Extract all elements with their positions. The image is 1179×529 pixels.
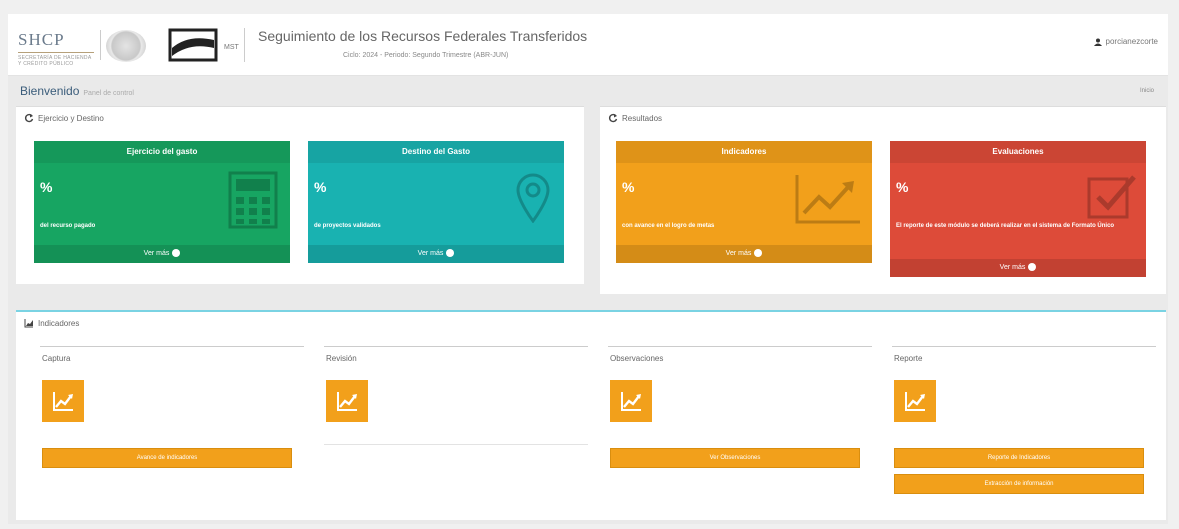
ver-mas-button[interactable]: Ver más xyxy=(308,245,564,263)
indicadores-title-text: Indicadores xyxy=(38,318,80,328)
shcp-logo: SHCP SECRETARÍA DE HACIENDA Y CRÉDITO PÚ… xyxy=(18,30,94,67)
arrow-circle-right-icon xyxy=(1028,263,1037,272)
avance-indicadores-button[interactable]: Avance de indicadores xyxy=(42,448,292,468)
card-description: del recurso pagado xyxy=(40,223,96,229)
ver-observaciones-button[interactable]: Ver Observaciones xyxy=(610,448,860,468)
column-title-captura: Captura xyxy=(42,354,71,363)
card-header: Ejercicio del gasto xyxy=(34,141,290,163)
card-header: Indicadores xyxy=(616,141,872,163)
mst-label: MST xyxy=(224,44,239,51)
line-chart-icon xyxy=(53,392,73,411)
welcome-heading: Bienvenido Panel de control xyxy=(20,84,134,98)
card-ejercicio-gasto: Ejercicio del gasto % del recurso pagado… xyxy=(34,141,290,263)
page-subtitle: Ciclo: 2024 - Periodo: Segundo Trimestre… xyxy=(343,52,509,59)
resultados-title-text: Resultados xyxy=(622,113,663,123)
chart-tile-captura[interactable] xyxy=(42,380,84,422)
area-chart-icon xyxy=(24,319,33,328)
refresh-icon xyxy=(24,113,34,123)
indicadores-title: Indicadores xyxy=(24,318,79,328)
arrow-circle-right-icon xyxy=(446,249,455,258)
card-value: % xyxy=(40,179,53,195)
ver-mas-button[interactable]: Ver más xyxy=(616,245,872,263)
card-description: con avance en el logro de metas xyxy=(622,223,715,229)
breadcrumb-home-label: Inicio xyxy=(1139,88,1154,94)
user-name: porcianezcorte xyxy=(1105,37,1158,46)
line-chart-icon xyxy=(621,392,641,411)
ver-mas-label: Ver más xyxy=(999,264,1026,271)
card-evaluaciones: Evaluaciones % El reporte de este módulo… xyxy=(890,141,1146,277)
ver-mas-button[interactable]: Ver más xyxy=(34,245,290,263)
chart-tile-revision[interactable] xyxy=(326,380,368,422)
card-description: de proyectos validados xyxy=(314,223,381,229)
card-indicadores: Indicadores % con avance en el logro de … xyxy=(616,141,872,263)
ver-mas-label: Ver más xyxy=(725,250,752,257)
user-icon xyxy=(1093,38,1102,46)
shcp-logo-text: SHCP xyxy=(18,30,65,49)
extraccion-informacion-button[interactable]: Extracción de información xyxy=(894,474,1144,494)
map-marker-icon xyxy=(516,173,550,223)
line-chart-icon xyxy=(905,392,925,411)
card-value: % xyxy=(314,179,327,195)
ver-mas-label: Ver más xyxy=(143,250,170,257)
reporte-indicadores-button[interactable]: Reporte de Indicadores xyxy=(894,448,1144,468)
chart-tile-reporte[interactable] xyxy=(894,380,936,422)
ejercicio-destino-title-text: Ejercicio y Destino xyxy=(38,113,104,123)
card-description: El reporte de este módulo se deberá real… xyxy=(896,223,1115,229)
column-title-observaciones: Observaciones xyxy=(610,354,664,363)
resultados-title: Resultados xyxy=(608,113,662,123)
top-header: SHCP SECRETARÍA DE HACIENDA Y CRÉDITO PÚ… xyxy=(8,14,1168,76)
column-title-reporte: Reporte xyxy=(894,354,923,363)
mst-logo-icon xyxy=(168,28,218,62)
line-chart-icon xyxy=(337,392,357,411)
ver-mas-label: Ver más xyxy=(417,250,444,257)
user-menu[interactable]: porcianezcorte xyxy=(1093,37,1158,46)
national-seal-icon xyxy=(106,30,146,62)
checkbox-icon xyxy=(1087,175,1136,219)
chart-tile-observaciones[interactable] xyxy=(610,380,652,422)
card-header: Destino del Gasto xyxy=(308,141,564,163)
refresh-icon xyxy=(608,113,618,123)
main-panel: Bienvenido Panel de control Inicio Ejerci… xyxy=(8,76,1168,524)
breadcrumb-home[interactable]: Inicio xyxy=(1140,88,1154,94)
line-chart-icon xyxy=(795,175,860,224)
column-title-revision: Revisión xyxy=(326,354,357,363)
card-header: Evaluaciones xyxy=(890,141,1146,163)
card-value: % xyxy=(622,179,635,195)
welcome-subtitle: Panel de control xyxy=(83,90,134,97)
arrow-circle-right-icon xyxy=(172,249,181,258)
page-title: Seguimiento de los Recursos Federales Tr… xyxy=(258,28,588,44)
card-value: % xyxy=(896,179,909,195)
card-destino-gasto: Destino del Gasto % de proyectos validad… xyxy=(308,141,564,263)
ejercicio-destino-box: Ejercicio y Destino Ejercicio del gasto … xyxy=(16,106,584,284)
indicadores-box: Indicadores Captura Avance de indicadore… xyxy=(16,310,1166,520)
ejercicio-destino-title: Ejercicio y Destino xyxy=(24,113,104,123)
ver-mas-button[interactable]: Ver más xyxy=(890,259,1146,277)
welcome-title: Bienvenido xyxy=(20,84,80,98)
shcp-logo-subtext: SECRETARÍA DE HACIENDA Y CRÉDITO PÚBLICO xyxy=(18,55,92,67)
resultados-box: Resultados Indicadores % con avance en e… xyxy=(600,106,1166,294)
arrow-circle-right-icon xyxy=(754,249,763,258)
